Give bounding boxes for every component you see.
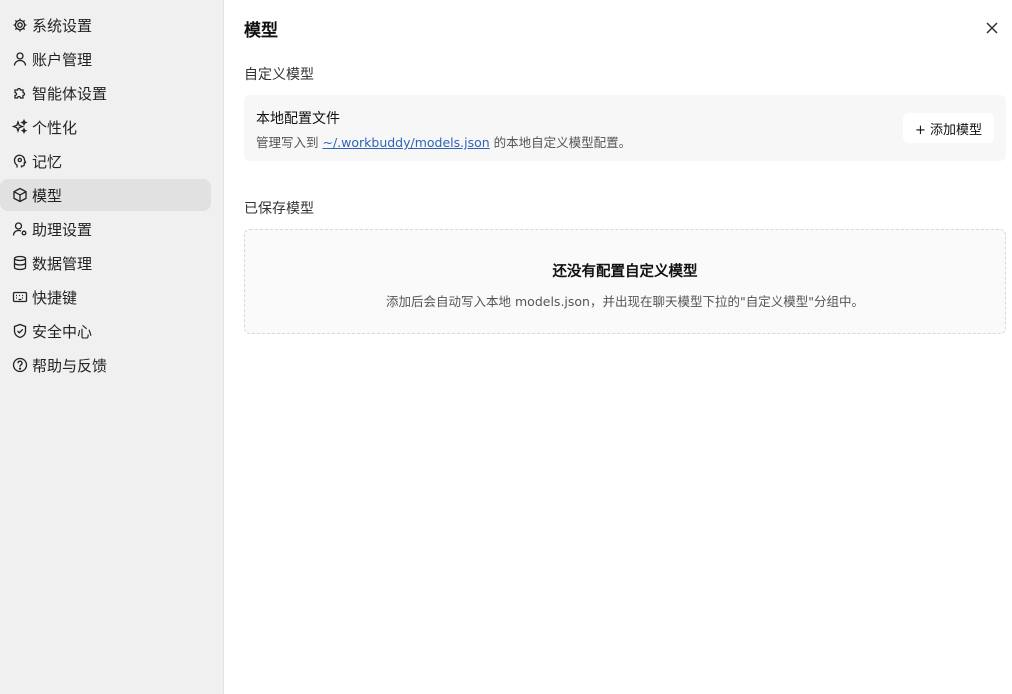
saved-models-empty-state: 还没有配置自定义模型 添加后会自动写入本地 models.json，并出现在聊天… — [244, 229, 1006, 334]
models-panel: 模型 自定义模型 本地配置文件 管理写入到 ~/.workbuddy/model… — [224, 0, 1012, 694]
sidebar-item-label: 系统设置 — [32, 16, 93, 35]
close-button[interactable] — [980, 16, 1004, 40]
sidebar-item-label: 数据管理 — [32, 254, 93, 273]
settings-window: 系统设置 账户管理 智能体设置 个性化 记忆 模型 助理设置 数据管理 快捷键 … — [0, 0, 1012, 694]
sidebar-item-label: 助理设置 — [32, 220, 93, 239]
head-icon — [12, 153, 28, 169]
sidebar-item-label: 模型 — [32, 186, 63, 205]
close-icon — [986, 22, 998, 34]
sidebar-item-memory[interactable]: 记忆 — [0, 145, 211, 177]
cube-icon — [12, 187, 28, 203]
sidebar-item-label: 快捷键 — [32, 288, 78, 307]
local-config-description: 管理写入到 ~/.workbuddy/models.json 的本地自定义模型配… — [256, 132, 631, 151]
description-suffix: 的本地自定义模型配置。 — [489, 135, 632, 150]
sidebar-item-models[interactable]: 模型 — [0, 179, 211, 211]
sidebar-item-label: 记忆 — [32, 152, 63, 171]
sidebar-item-label: 账户管理 — [32, 50, 93, 69]
sidebar-item-shortcuts[interactable]: 快捷键 — [0, 281, 211, 313]
sidebar-item-account[interactable]: 账户管理 — [0, 43, 211, 75]
sidebar-item-agent-settings[interactable]: 智能体设置 — [0, 77, 211, 109]
local-config-card: 本地配置文件 管理写入到 ~/.workbuddy/models.json 的本… — [244, 95, 1006, 161]
sidebar-item-personalization[interactable]: 个性化 — [0, 111, 211, 143]
description-prefix: 管理写入到 — [256, 135, 323, 150]
gear-icon — [12, 17, 28, 33]
empty-state-title: 还没有配置自定义模型 — [552, 264, 698, 280]
sidebar-item-help-feedback[interactable]: 帮助与反馈 — [0, 349, 211, 381]
puzzle-icon — [12, 85, 28, 101]
shield-icon — [12, 323, 28, 339]
custom-models-section-title: 自定义模型 — [244, 67, 314, 83]
sidebar-item-label: 帮助与反馈 — [32, 356, 108, 375]
sidebar-item-system-settings[interactable]: 系统设置 — [0, 9, 211, 41]
settings-sidebar: 系统设置 账户管理 智能体设置 个性化 记忆 模型 助理设置 数据管理 快捷键 … — [0, 0, 224, 694]
sidebar-item-data-management[interactable]: 数据管理 — [0, 247, 211, 279]
sidebar-item-label: 智能体设置 — [32, 84, 108, 103]
help-icon — [12, 357, 28, 373]
sparkle-icon — [12, 119, 28, 135]
saved-models-section-title: 已保存模型 — [244, 201, 314, 217]
page-title: 模型 — [244, 21, 278, 41]
add-model-button[interactable]: + 添加模型 — [902, 113, 994, 143]
sidebar-item-security[interactable]: 安全中心 — [0, 315, 211, 347]
sidebar-item-assistant-settings[interactable]: 助理设置 — [0, 213, 211, 245]
sidebar-item-label: 个性化 — [32, 118, 78, 137]
empty-state-description: 添加后会自动写入本地 models.json，并出现在聊天模型下拉的"自定义模型… — [386, 294, 864, 309]
local-config-title: 本地配置文件 — [256, 111, 340, 127]
user-icon — [12, 51, 28, 67]
user-gear-icon — [12, 221, 28, 237]
models-json-link[interactable]: ~/.workbuddy/models.json — [322, 135, 489, 150]
sidebar-item-label: 安全中心 — [32, 322, 93, 341]
database-icon — [12, 255, 28, 271]
keyboard-icon — [12, 289, 28, 305]
